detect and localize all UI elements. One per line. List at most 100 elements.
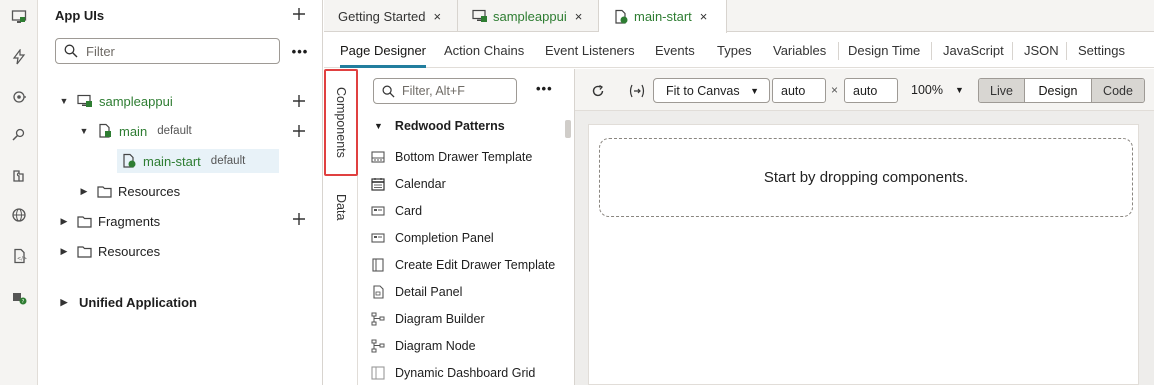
tree-item-fragments[interactable]: ▶ Fragments [59, 209, 161, 233]
explorer-filter-field[interactable] [55, 38, 280, 64]
section-unified-application[interactable]: ▶ Unified Application [59, 290, 197, 314]
palette-item[interactable]: Completion Panel [371, 227, 494, 249]
caret-down-icon: ▼ [954, 85, 964, 95]
tab-getting-started[interactable]: Getting Started × [324, 0, 458, 32]
tree-label-app: sampleappui [99, 93, 173, 109]
template-icon [371, 150, 385, 164]
svg-text:?: ? [22, 299, 25, 305]
tab-label: Getting Started [338, 8, 426, 24]
palette-item[interactable]: Diagram Builder [371, 308, 485, 330]
canvas-height-input[interactable]: auto [844, 78, 898, 103]
palette-filter-input[interactable] [402, 84, 512, 98]
tab-variables[interactable]: Variables [773, 32, 826, 68]
drop-zone[interactable]: Start by dropping components. [599, 138, 1133, 217]
palette-group-redwood[interactable]: ▼ Redwood Patterns [374, 119, 505, 133]
bolt-icon[interactable] [0, 44, 38, 70]
tab-types[interactable]: Types [717, 32, 752, 68]
divider [1066, 42, 1067, 60]
fit-to-canvas-select[interactable]: Fit to Canvas ▼ [653, 78, 770, 103]
add-app-ui-button[interactable] [289, 4, 309, 24]
caret-down-icon[interactable]: ▼ [79, 126, 89, 136]
add-fragment-button[interactable] [289, 209, 309, 229]
folder-icon [77, 245, 92, 258]
vtab-data[interactable]: Data [324, 189, 358, 225]
palette-item[interactable]: Bottom Drawer Template [371, 146, 532, 168]
zoom-select[interactable]: 100% ▼ [911, 83, 964, 97]
tab-javascript[interactable]: JavaScript [943, 32, 1004, 68]
card-icon [371, 204, 385, 218]
explorer-filter-input[interactable] [86, 43, 266, 59]
editor-area: Getting Started × sampleappui × main-sta… [324, 0, 1154, 385]
close-icon[interactable]: × [575, 9, 583, 24]
help-badge-icon[interactable]: ? [0, 284, 38, 310]
tab-page-designer[interactable]: Page Designer [340, 32, 426, 68]
divider [838, 42, 839, 60]
palette-item[interactable]: Detail Panel [371, 281, 462, 303]
process-icon[interactable] [0, 122, 38, 148]
caret-right-icon[interactable]: ▶ [59, 297, 69, 308]
canvas-width-input[interactable]: auto [772, 78, 826, 103]
variable-binding-icon[interactable] [625, 78, 649, 104]
globe-icon[interactable] [0, 202, 38, 228]
palette-item[interactable]: Diagram Node [371, 335, 476, 357]
tree-item-resources[interactable]: ▶ Resources [59, 239, 161, 263]
live-mode-button[interactable]: Live [979, 79, 1025, 102]
section-label-unified: Unified Application [79, 294, 197, 310]
tab-json[interactable]: JSON [1024, 32, 1059, 68]
group-label: Redwood Patterns [394, 119, 505, 133]
palette-filter-field[interactable] [373, 78, 517, 104]
tree-sub-page: default [210, 155, 246, 167]
close-icon[interactable]: × [700, 9, 708, 24]
vtab-components[interactable]: Components [324, 69, 358, 176]
palette-item[interactable]: Calendar [371, 173, 446, 195]
caret-down-icon: ▼ [750, 85, 759, 96]
code-mode-button[interactable]: Code [1092, 79, 1144, 102]
add-to-app-button[interactable] [289, 91, 309, 111]
palette-item[interactable]: Card [371, 200, 422, 222]
caret-down-icon[interactable]: ▼ [374, 121, 383, 131]
panel-icon [371, 231, 385, 245]
tab-settings[interactable]: Settings [1078, 32, 1125, 68]
close-icon[interactable]: × [433, 9, 441, 24]
tree-item-main[interactable]: ▼ main default [79, 119, 192, 143]
service-icon[interactable] [0, 84, 38, 110]
palette-item[interactable]: Create Edit Drawer Template [371, 254, 555, 276]
tree-item-sampleappui[interactable]: ▼ sampleappui [59, 89, 173, 113]
side-vertical-tabs: Components Data [324, 69, 358, 385]
plus-icon [293, 125, 305, 137]
vtab-label: Data [334, 193, 348, 221]
plus-icon [293, 213, 305, 225]
diagram-icon [371, 312, 385, 326]
tree-item-resources-inner[interactable]: ▶ Resources [79, 179, 181, 203]
palette-more-button[interactable]: ••• [536, 81, 553, 96]
add-to-flow-button[interactable] [289, 121, 309, 141]
tab-sampleappui[interactable]: sampleappui × [458, 0, 599, 32]
tab-event-listeners[interactable]: Event Listeners [545, 32, 635, 68]
tab-action-chains[interactable]: Action Chains [444, 32, 524, 68]
design-mode-button[interactable]: Design [1025, 79, 1092, 102]
caret-right-icon[interactable]: ▶ [79, 186, 89, 197]
editor-tabs: Getting Started × sampleappui × main-sta… [324, 0, 1154, 33]
tree-label-flow: main [119, 123, 148, 139]
refresh-icon[interactable] [587, 78, 609, 104]
palette-scrollbar[interactable] [565, 120, 571, 138]
explorer-more-button[interactable]: ••• [289, 40, 311, 62]
tab-main-start[interactable]: main-start × [599, 0, 727, 33]
tree-item-main-start[interactable]: main-start default [117, 149, 279, 173]
tab-design-time[interactable]: Design Time [848, 32, 920, 68]
tree-label-resources-inner: Resources [118, 183, 181, 199]
caret-right-icon[interactable]: ▶ [59, 216, 69, 227]
drop-zone-text: Start by dropping components. [763, 169, 969, 186]
document-icon[interactable]: </> [0, 243, 38, 269]
caret-right-icon[interactable]: ▶ [59, 246, 69, 257]
tab-events[interactable]: Events [655, 32, 695, 68]
component-icon[interactable] [0, 163, 38, 189]
tree-sub-flow: default [157, 125, 192, 137]
palette-item[interactable]: Dynamic Dashboard Grid [371, 362, 535, 384]
page-icon [121, 153, 137, 169]
caret-down-icon[interactable]: ▼ [59, 96, 69, 106]
folder-icon [77, 215, 92, 228]
page-canvas[interactable]: Start by dropping components. [588, 124, 1139, 385]
svg-text:</>: </> [17, 256, 27, 262]
monitor-icon[interactable] [0, 4, 38, 30]
